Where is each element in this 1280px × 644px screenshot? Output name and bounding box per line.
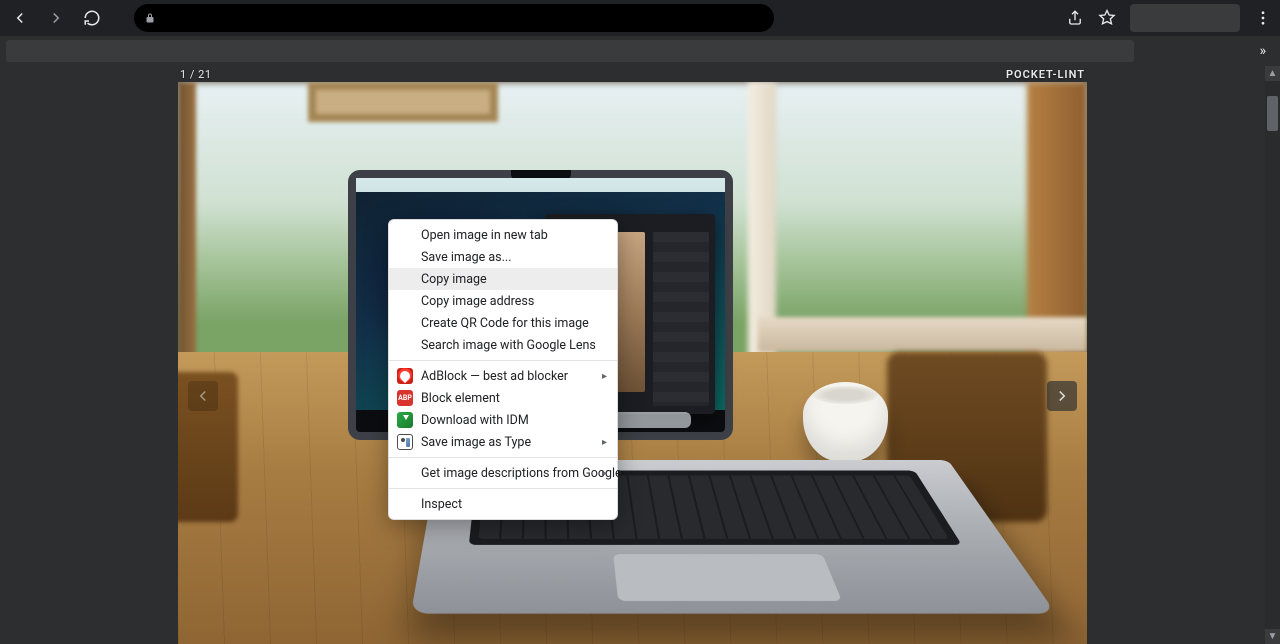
ctx-separator — [389, 488, 617, 489]
address-bar[interactable] — [134, 4, 774, 32]
ctx-save-image-as[interactable]: Save image as... — [389, 246, 617, 268]
ctx-image-descriptions[interactable]: Get image descriptions from Google ▸ — [389, 462, 617, 484]
image-type-icon — [397, 434, 413, 450]
share-icon[interactable] — [1066, 9, 1084, 27]
submenu-chevron-icon: ▸ — [602, 437, 607, 448]
idm-icon — [397, 412, 413, 428]
scroll-thumb[interactable] — [1267, 96, 1278, 131]
image-gallery-stage: 1 / 21 POCKET-LINT — [178, 66, 1087, 644]
scroll-down-icon[interactable]: ▼ — [1265, 629, 1280, 644]
context-menu: Open image in new tab Save image as... C… — [388, 219, 618, 520]
submenu-chevron-icon: ▸ — [602, 371, 607, 382]
reload-button[interactable] — [78, 4, 106, 32]
nav-back-button[interactable] — [6, 4, 34, 32]
ctx-inspect[interactable]: Inspect — [389, 493, 617, 515]
ctx-download-idm[interactable]: Download with IDM — [389, 409, 617, 431]
ctx-copy-image[interactable]: Copy image — [389, 268, 617, 290]
overflow-chevron-icon[interactable]: » — [1259, 43, 1266, 59]
submenu-chevron-icon: ▸ — [602, 468, 607, 479]
gallery-next-button[interactable] — [1047, 381, 1077, 411]
ctx-create-qr[interactable]: Create QR Code for this image — [389, 312, 617, 334]
abp-icon: ABP — [397, 390, 413, 406]
gallery-counter: 1 / 21 — [180, 68, 212, 81]
mug-prop — [803, 382, 888, 462]
page-viewport: 1 / 21 POCKET-LINT — [0, 66, 1265, 644]
ctx-save-as-type[interactable]: Save image as Type ▸ — [389, 431, 617, 453]
vertical-scrollbar[interactable]: ▲ ▼ — [1265, 66, 1280, 644]
ctx-block-element[interactable]: ABP Block element — [389, 387, 617, 409]
adblock-icon — [397, 368, 413, 384]
scroll-up-icon[interactable]: ▲ — [1265, 66, 1280, 81]
browser-toolbar — [0, 0, 1280, 36]
kebab-menu-icon[interactable] — [1254, 9, 1272, 27]
bookmarks-bar: » — [0, 36, 1280, 66]
nav-forward-button[interactable] — [42, 4, 70, 32]
lock-icon — [144, 12, 156, 24]
ctx-google-lens[interactable]: Search image with Google Lens — [389, 334, 617, 356]
bookmark-star-icon[interactable] — [1098, 9, 1116, 27]
ctx-adblock[interactable]: AdBlock — best ad blocker ▸ — [389, 365, 617, 387]
profile-extensions-slot[interactable] — [1130, 4, 1240, 32]
gallery-image[interactable] — [178, 82, 1087, 644]
gallery-prev-button[interactable] — [188, 381, 218, 411]
ctx-open-new-tab[interactable]: Open image in new tab — [389, 224, 617, 246]
bookmarks-strip[interactable] — [6, 40, 1134, 62]
ctx-separator — [389, 457, 617, 458]
ctx-separator — [389, 360, 617, 361]
ctx-copy-image-address[interactable]: Copy image address — [389, 290, 617, 312]
gallery-brand: POCKET-LINT — [1006, 68, 1085, 81]
